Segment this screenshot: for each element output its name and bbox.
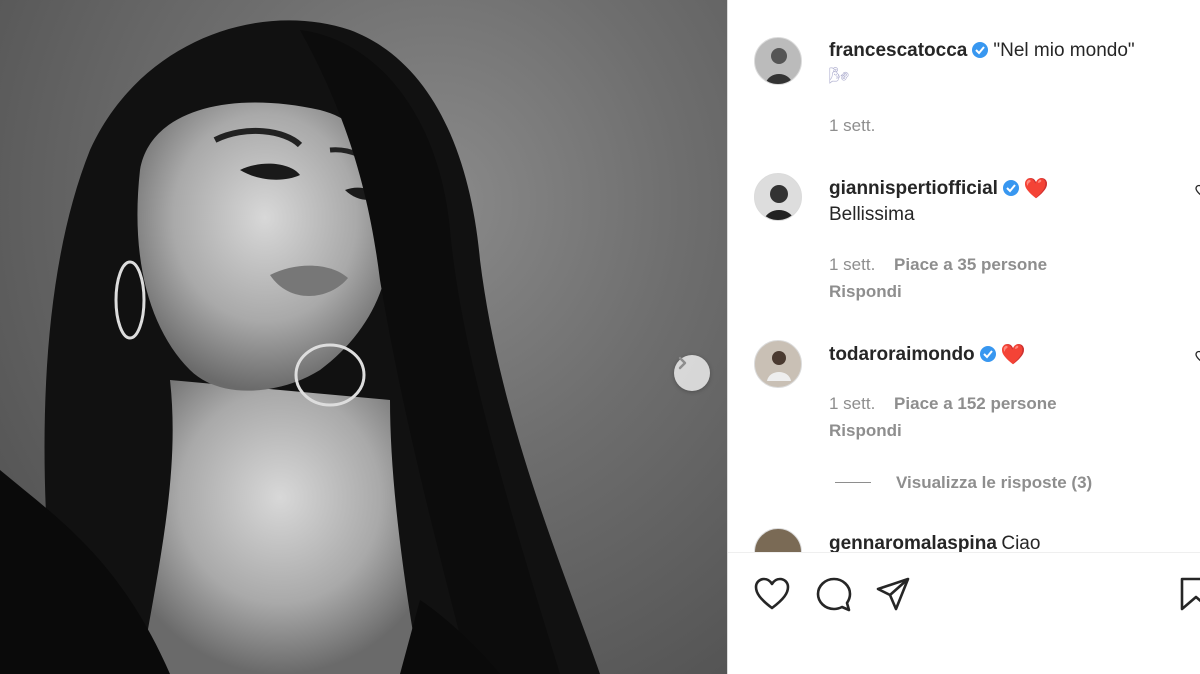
like-comment-icon[interactable] — [1195, 184, 1200, 198]
view-replies-button[interactable]: Visualizza le risposte (3) — [896, 473, 1092, 493]
heart-icon[interactable] — [754, 577, 790, 611]
verified-icon — [979, 346, 996, 362]
share-icon[interactable] — [876, 577, 910, 611]
comment-header: giannispertiofficial ❤️ — [829, 176, 1049, 201]
comment-likes[interactable]: Piace a 35 persone — [894, 255, 1047, 274]
caption-text: "Nel mio mondo" — [993, 40, 1135, 61]
reply-button[interactable]: Rispondi — [829, 421, 902, 441]
comment-meta: 1 sett. Piace a 152 persone — [829, 394, 1057, 414]
comment-time: 1 sett. — [829, 394, 876, 413]
comment-likes[interactable]: Piace a 152 persone — [894, 394, 1057, 413]
comment-text: Bellissima — [829, 204, 915, 225]
post-photo[interactable] — [0, 0, 727, 674]
comment-text: Ciao — [1001, 533, 1041, 552]
heart-emoji: ❤️ — [1000, 344, 1026, 366]
author-avatar[interactable] — [754, 37, 802, 85]
bookmark-icon[interactable] — [1180, 577, 1200, 611]
comments-scroll-area[interactable]: francescatocca "Nel mio mondo" 🌬 1 sett. … — [728, 0, 1200, 552]
action-bar — [728, 552, 1200, 674]
chevron-right-icon — [678, 356, 687, 370]
caption-emoji: 🌬 — [829, 68, 850, 85]
heart-emoji: ❤️ — [1023, 178, 1049, 200]
comment-header: todaroraimondo ❤️ — [829, 342, 1026, 367]
comment-username[interactable]: gennaromalaspina — [829, 533, 997, 552]
verified-icon — [972, 42, 989, 58]
reply-button[interactable]: Rispondi — [829, 282, 902, 302]
comment-username[interactable]: giannispertiofficial — [829, 178, 998, 199]
comment-username[interactable]: todaroraimondo — [829, 344, 975, 365]
like-comment-icon[interactable] — [1195, 350, 1200, 364]
next-photo-button[interactable] — [674, 355, 710, 391]
comment-avatar[interactable] — [754, 340, 802, 388]
comment-time: 1 sett. — [829, 255, 876, 274]
post-time: 1 sett. — [829, 116, 876, 135]
post-side-panel: francescatocca "Nel mio mondo" 🌬 1 sett. … — [727, 0, 1200, 674]
comment-icon[interactable] — [816, 577, 852, 613]
author-username[interactable]: francescatocca — [829, 40, 967, 61]
comment-header: gennaromalaspina Ciao — [829, 533, 1040, 552]
portrait-image — [0, 20, 601, 674]
comment-avatar[interactable] — [754, 173, 802, 221]
caption-line: francescatocca "Nel mio mondo" — [829, 40, 1135, 62]
comment-meta: 1 sett. Piace a 35 persone — [829, 255, 1047, 275]
replies-divider — [835, 482, 871, 483]
verified-icon — [1002, 180, 1019, 196]
comment-avatar[interactable] — [754, 528, 802, 552]
